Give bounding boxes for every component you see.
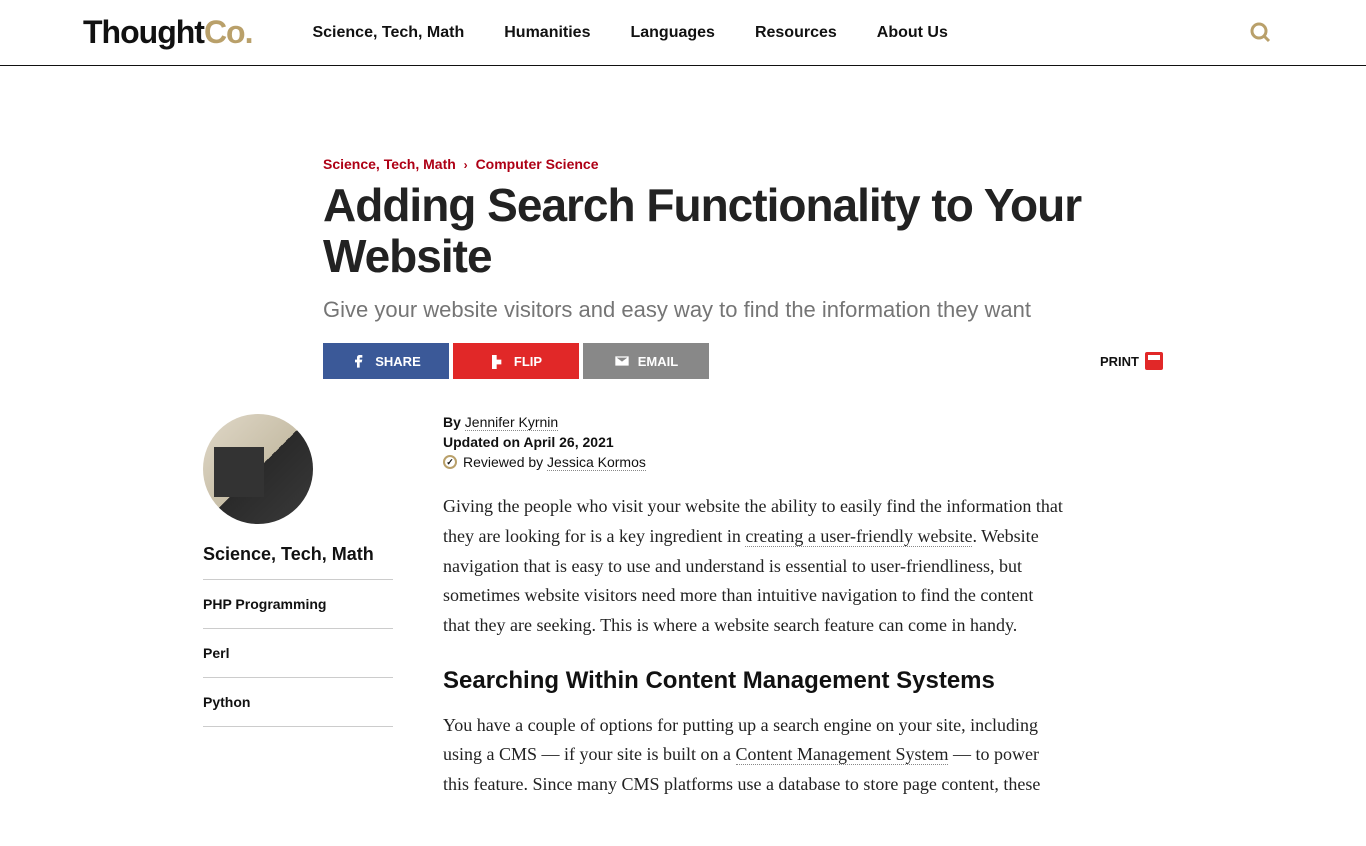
article-body: By Jennifer Kyrnin Updated on April 26, … (443, 414, 1063, 826)
share-email-label: EMAIL (638, 354, 678, 369)
page-subtitle: Give your website visitors and easy way … (203, 297, 1163, 323)
page-title: Adding Search Functionality to Your Webs… (203, 180, 1163, 281)
print-icon (1145, 352, 1163, 370)
link-cms[interactable]: Content Management System (736, 744, 949, 765)
reviewed-prefix: Reviewed by (463, 454, 547, 470)
breadcrumb-separator: › (464, 158, 468, 172)
breadcrumb: Science, Tech, Math › Computer Science (203, 156, 1163, 172)
logo-text-3: . (245, 14, 253, 50)
sidebar-title: Science, Tech, Math (203, 544, 393, 580)
sidebar: Science, Tech, Math PHP Programming Perl… (203, 414, 393, 826)
reviewer-link[interactable]: Jessica Kormos (547, 454, 646, 471)
share-flipboard-button[interactable]: FLIP (453, 343, 579, 379)
nav-languages[interactable]: Languages (630, 24, 714, 42)
share-email-button[interactable]: EMAIL (583, 343, 709, 379)
share-facebook-button[interactable]: SHARE (323, 343, 449, 379)
nav-about[interactable]: About Us (877, 24, 948, 42)
logo[interactable]: ThoughtCo. (83, 14, 252, 51)
updated-date: Updated on April 26, 2021 (443, 434, 1063, 450)
check-icon: ✓ (443, 455, 457, 469)
print-label: PRINT (1100, 354, 1139, 369)
section-heading-1: Searching Within Content Management Syst… (443, 667, 1063, 695)
by-prefix: By (443, 414, 465, 430)
logo-text-2: Co (204, 14, 245, 50)
byline: By Jennifer Kyrnin (443, 414, 1063, 430)
sidebar-item-php[interactable]: PHP Programming (203, 580, 393, 629)
paragraph-2: You have a couple of options for putting… (443, 711, 1063, 800)
site-header: ThoughtCo. Science, Tech, Math Humanitie… (0, 0, 1366, 66)
nav-humanities[interactable]: Humanities (504, 24, 590, 42)
sidebar-item-perl[interactable]: Perl (203, 629, 393, 678)
nav-resources[interactable]: Resources (755, 24, 837, 42)
reviewed-by: ✓ Reviewed by Jessica Kormos (443, 454, 1063, 470)
main-nav: Science, Tech, Math Humanities Languages… (312, 24, 947, 42)
email-icon (614, 353, 630, 369)
logo-text-1: Thought (83, 14, 204, 50)
paragraph-1: Giving the people who visit your website… (443, 492, 1063, 640)
breadcrumb-link-2[interactable]: Computer Science (476, 156, 599, 172)
breadcrumb-link-1[interactable]: Science, Tech, Math (323, 156, 456, 172)
link-user-friendly[interactable]: creating a user-friendly website (745, 526, 972, 547)
flipboard-icon (490, 353, 506, 369)
author-link[interactable]: Jennifer Kyrnin (465, 414, 558, 431)
share-row: SHARE FLIP EMAIL PRINT (203, 343, 1163, 379)
category-image (203, 414, 313, 524)
share-flip-label: FLIP (514, 354, 542, 369)
search-icon[interactable] (1249, 21, 1273, 45)
share-fb-label: SHARE (375, 354, 421, 369)
nav-science[interactable]: Science, Tech, Math (312, 24, 464, 42)
facebook-icon (351, 353, 367, 369)
print-button[interactable]: PRINT (1100, 352, 1163, 370)
sidebar-item-python[interactable]: Python (203, 678, 393, 727)
